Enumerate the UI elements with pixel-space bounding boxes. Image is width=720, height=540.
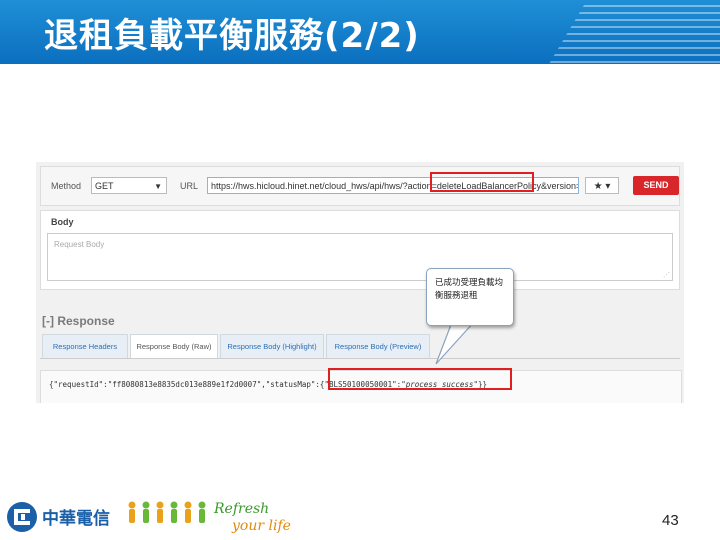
callout-text: 已成功受理負載均衡服務退租 bbox=[435, 278, 504, 301]
callout-pointer bbox=[435, 320, 476, 365]
callout-box: 已成功受理負載均衡服務退租 bbox=[426, 268, 514, 326]
